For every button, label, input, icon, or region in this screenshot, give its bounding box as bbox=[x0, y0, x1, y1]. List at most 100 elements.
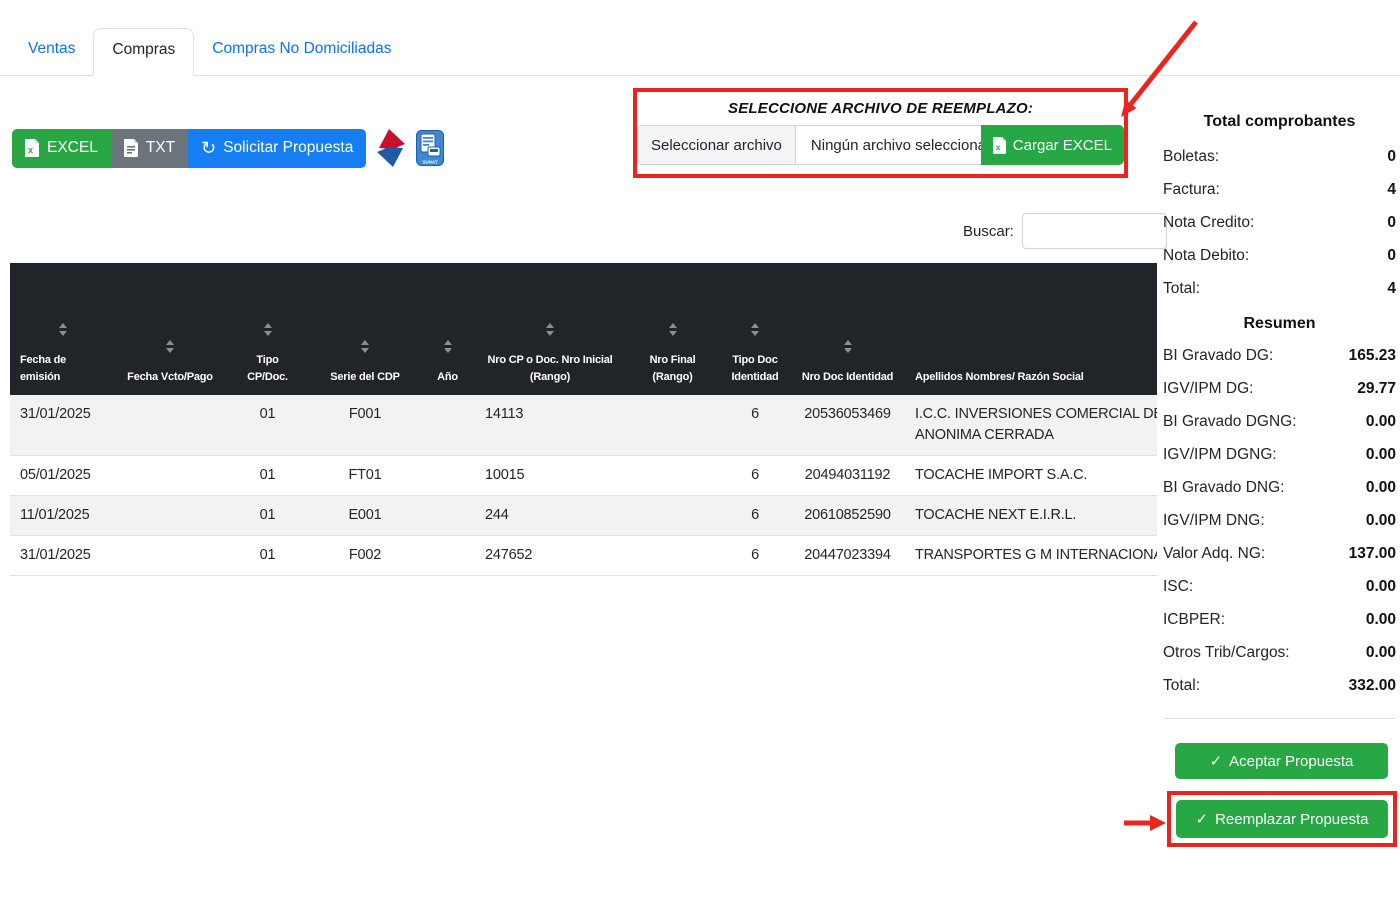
stat-label: BI Gravado DG: bbox=[1163, 347, 1273, 365]
search-row: Buscar: bbox=[963, 213, 1167, 249]
sort-icon[interactable] bbox=[59, 323, 67, 336]
column-header-nro-final[interactable]: Nro Final (Rango) bbox=[625, 263, 720, 395]
column-header-serie-cdp[interactable]: Serie del CDP bbox=[310, 263, 420, 395]
export-excel-button[interactable]: x EXCEL bbox=[12, 129, 111, 168]
cell-nro-doc-identidad: 20610852590 bbox=[790, 496, 905, 536]
tab-bar: Ventas Compras Compras No Domiciliadas bbox=[0, 28, 1400, 76]
sort-icon[interactable] bbox=[361, 340, 369, 353]
diamond-logo-icon[interactable] bbox=[376, 128, 406, 168]
cell-anio bbox=[420, 395, 475, 456]
stat-value: 165.23 bbox=[1349, 347, 1396, 365]
aceptar-propuesta-button[interactable]: ✓ Aceptar Propuesta bbox=[1175, 743, 1388, 779]
summary-stat-row: IGV/IPM DG:29.77 bbox=[1163, 372, 1396, 405]
file-row: Seleccionar archivo Ningún archivo selec… bbox=[637, 125, 1124, 165]
column-header-nro-doc-identidad[interactable]: Nro Doc Identidad bbox=[790, 263, 905, 395]
stat-value: 0 bbox=[1387, 247, 1396, 265]
cell-razon-social: TOCACHE NEXT E.I.R.L. bbox=[905, 496, 1157, 536]
txt-file-icon bbox=[124, 139, 139, 157]
cell-nro-doc-identidad: 20536053469 bbox=[790, 395, 905, 456]
cell-anio bbox=[420, 536, 475, 576]
tab-compras[interactable]: Compras bbox=[93, 28, 194, 76]
sort-icon[interactable] bbox=[546, 323, 554, 336]
cargar-excel-button[interactable]: x Cargar EXCEL bbox=[981, 125, 1124, 165]
stat-value: 332.00 bbox=[1349, 677, 1396, 695]
replace-file-section: SELECCIONE ARCHIVO DE REEMPLAZO: Selecci… bbox=[633, 88, 1128, 178]
cell-tipo-doc-identidad: 6 bbox=[720, 456, 790, 496]
column-header-label: Serie del CDP bbox=[330, 369, 400, 386]
cell-nro-final bbox=[625, 496, 720, 536]
sunat-logo-icon[interactable]: SUNAT bbox=[416, 130, 444, 166]
stat-label: IGV/IPM DGNG: bbox=[1163, 446, 1277, 464]
search-input[interactable] bbox=[1022, 213, 1167, 249]
sort-icon[interactable] bbox=[444, 340, 452, 353]
summary-stat-row: Boletas: 0 bbox=[1163, 140, 1396, 173]
cell-nro-inicial: 14113 bbox=[475, 395, 625, 456]
cell-fecha-emision: 05/01/2025 bbox=[10, 456, 115, 496]
check-icon: ✓ bbox=[1196, 810, 1209, 828]
solicitar-propuesta-button[interactable]: ↻ Solicitar Propuesta bbox=[188, 129, 366, 168]
excel-file-icon: x bbox=[993, 137, 1007, 154]
tab-ventas[interactable]: Ventas bbox=[10, 28, 93, 75]
cell-nro-final bbox=[625, 456, 720, 496]
stat-value: 4 bbox=[1387, 181, 1396, 199]
sort-icon[interactable] bbox=[669, 323, 677, 336]
column-header-tipo-cp-doc[interactable]: Tipo CP/Doc. bbox=[225, 263, 310, 395]
column-header-tipo-doc-identidad[interactable]: Tipo Doc Identidad bbox=[720, 263, 790, 395]
sort-icon[interactable] bbox=[751, 323, 759, 336]
replace-section-title: SELECCIONE ARCHIVO DE REEMPLAZO: bbox=[637, 100, 1124, 117]
stat-value: 4 bbox=[1387, 280, 1396, 298]
column-header-fecha-emision[interactable]: Fecha de emisión bbox=[10, 263, 115, 395]
choose-file-button[interactable]: Seleccionar archivo bbox=[638, 126, 796, 164]
summary-title: Total comprobantes bbox=[1163, 108, 1396, 135]
cell-tipo-cp-doc: 01 bbox=[225, 536, 310, 576]
table-row: 05/01/2025 01 FT01 10015 6 20494031192 T… bbox=[10, 456, 1157, 496]
table-row: 31/01/2025 01 F001 14113 6 20536053469 I… bbox=[10, 395, 1157, 456]
sort-icon[interactable] bbox=[844, 340, 852, 353]
stat-label: ISC: bbox=[1163, 578, 1193, 596]
cell-tipo-doc-identidad: 6 bbox=[720, 395, 790, 456]
stat-value: 0.00 bbox=[1366, 479, 1396, 497]
stat-value: 0.00 bbox=[1366, 644, 1396, 662]
summary-stat-row: Valor Adq. NG: 137.00 bbox=[1163, 537, 1396, 570]
file-input[interactable]: Seleccionar archivo Ningún archivo selec… bbox=[637, 125, 981, 165]
cell-anio bbox=[420, 496, 475, 536]
stat-label: Total: bbox=[1163, 280, 1200, 298]
cell-serie-cdp: FT01 bbox=[310, 456, 420, 496]
stat-label: Valor Adq. NG: bbox=[1163, 545, 1265, 563]
comprobantes-table: Fecha de emisión Fecha Vcto/Pago Tipo CP… bbox=[10, 263, 1157, 576]
summary-stat-row: ICBPER:0.00 bbox=[1163, 603, 1396, 636]
sort-icon[interactable] bbox=[264, 323, 272, 336]
cell-serie-cdp: F002 bbox=[310, 536, 420, 576]
cell-fecha-vcto-pago bbox=[115, 496, 225, 536]
stat-label: IGV/IPM DNG: bbox=[1163, 512, 1265, 530]
svg-text:x: x bbox=[996, 142, 1001, 152]
column-header-label: Tipo Doc Identidad bbox=[730, 352, 780, 385]
aceptar-propuesta-label: Aceptar Propuesta bbox=[1229, 753, 1353, 770]
column-header-label: Nro Final (Rango) bbox=[635, 352, 710, 385]
stat-value: 137.00 bbox=[1349, 545, 1396, 563]
column-header-nro-inicial[interactable]: Nro CP o Doc. Nro Inicial (Rango) bbox=[475, 263, 625, 395]
stat-label: Otros Trib/Cargos: bbox=[1163, 644, 1290, 662]
export-txt-button[interactable]: TXT bbox=[111, 129, 188, 168]
stat-value: 0 bbox=[1387, 148, 1396, 166]
column-header-razon-social[interactable]: Apellidos Nombres/ Razón Social bbox=[905, 263, 1157, 395]
column-header-label: Nro CP o Doc. Nro Inicial (Rango) bbox=[485, 352, 615, 385]
cell-tipo-cp-doc: 01 bbox=[225, 456, 310, 496]
cell-serie-cdp: E001 bbox=[310, 496, 420, 536]
summary-stat-row: BI Gravado DNG:0.00 bbox=[1163, 471, 1396, 504]
cell-anio bbox=[420, 456, 475, 496]
svg-text:SUNAT: SUNAT bbox=[423, 160, 438, 165]
column-header-anio[interactable]: Año bbox=[420, 263, 475, 395]
stat-label: BI Gravado DGNG: bbox=[1163, 413, 1297, 431]
column-header-label: Fecha de emisión bbox=[20, 352, 105, 385]
summary-panel: Total comprobantes Boletas:0 Factura:4 N… bbox=[1163, 108, 1396, 719]
stat-label: Boletas: bbox=[1163, 148, 1219, 166]
tab-compras-no-domiciliadas[interactable]: Compras No Domiciliadas bbox=[194, 28, 409, 75]
column-header-fecha-vcto-pago[interactable]: Fecha Vcto/Pago bbox=[115, 263, 225, 395]
column-header-label: Tipo CP/Doc. bbox=[235, 352, 300, 385]
summary-stat-row: Total: 4 bbox=[1163, 272, 1396, 305]
cell-razon-social: TOCACHE IMPORT S.A.C. bbox=[905, 456, 1157, 496]
reemplazar-propuesta-button[interactable]: ✓ Reemplazar Propuesta bbox=[1176, 800, 1388, 838]
sort-icon[interactable] bbox=[166, 340, 174, 353]
table-row: 31/01/2025 01 F002 247652 6 20447023394 … bbox=[10, 536, 1157, 576]
